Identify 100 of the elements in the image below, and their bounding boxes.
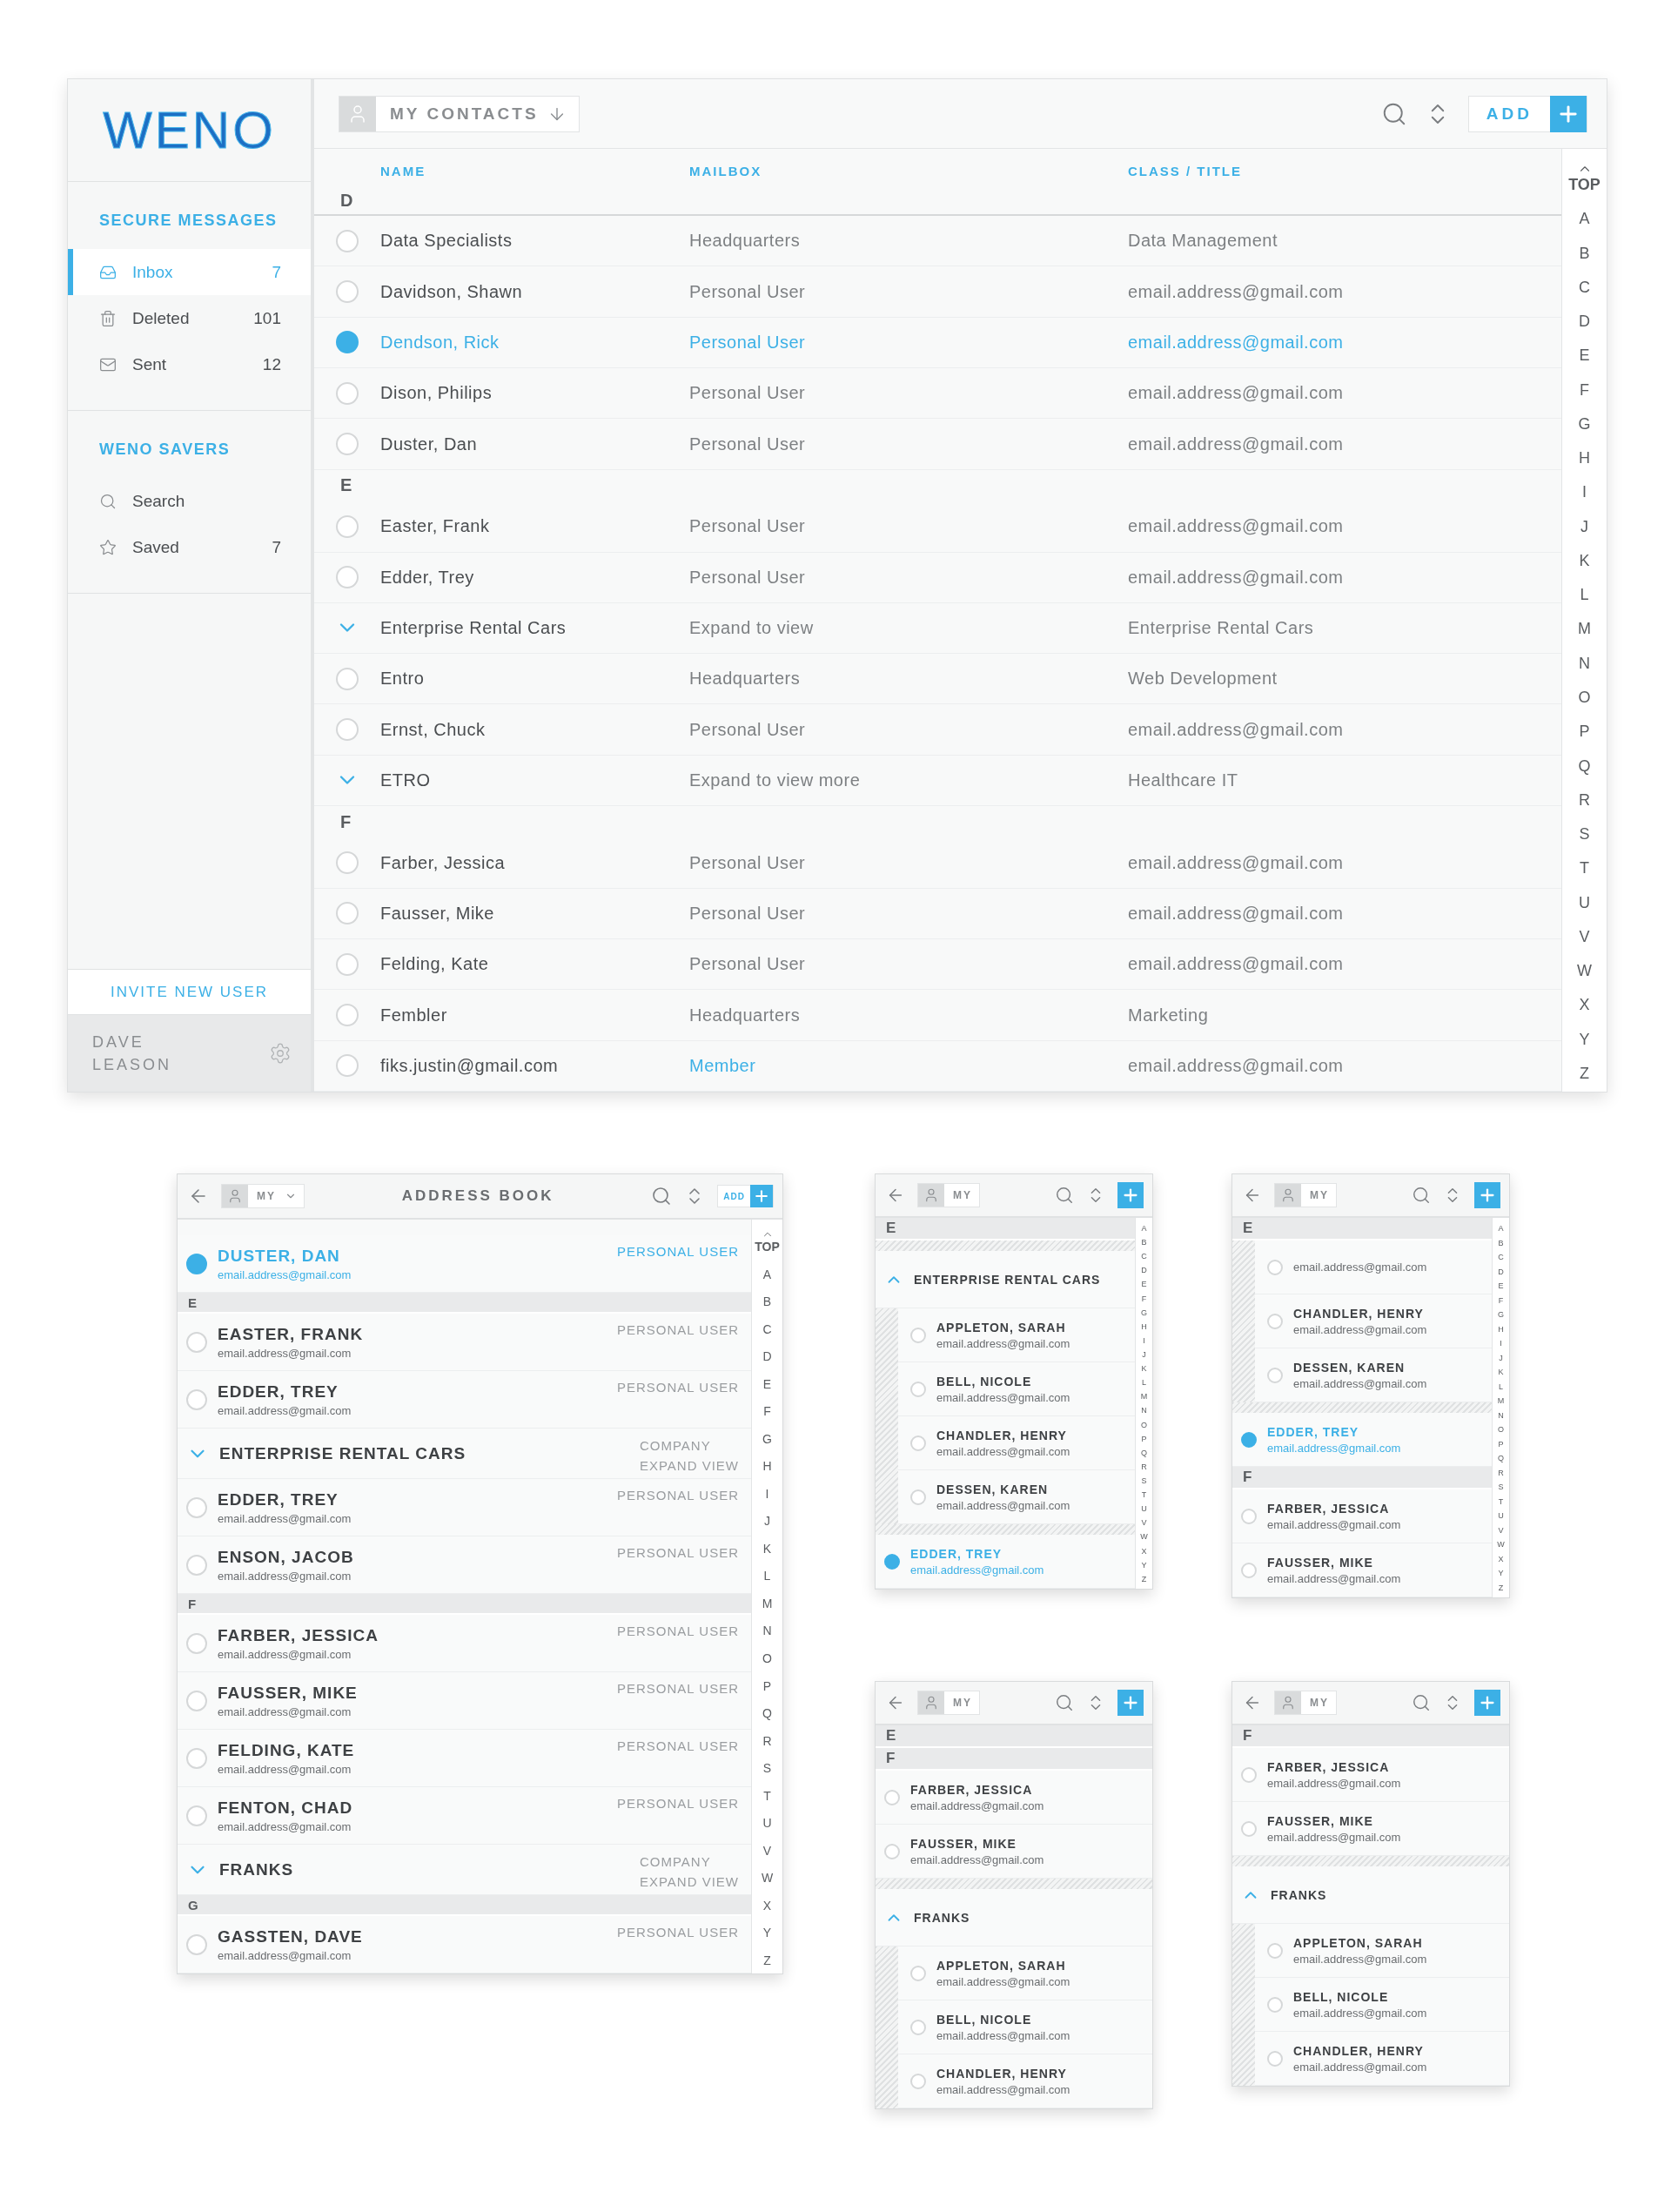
add-button[interactable] — [1117, 1690, 1144, 1716]
index-letter[interactable]: Q — [1498, 1455, 1504, 1463]
index-letter[interactable]: B — [1498, 1239, 1504, 1247]
index-letter[interactable]: I — [1582, 484, 1587, 501]
radio-button[interactable] — [910, 1489, 926, 1505]
index-letter[interactable]: U — [1579, 894, 1590, 911]
index-letter[interactable]: K — [762, 1542, 772, 1555]
radio-button[interactable] — [910, 1435, 926, 1451]
radio-button[interactable] — [1267, 2050, 1283, 2067]
index-letter[interactable]: Q — [1141, 1449, 1147, 1457]
sidebar-item[interactable]: Search — [68, 478, 311, 524]
index-letter[interactable]: V — [1498, 1526, 1504, 1535]
index-letter[interactable]: G — [1578, 415, 1591, 432]
radio-button[interactable] — [1267, 1367, 1283, 1383]
index-letter[interactable]: P — [1579, 723, 1590, 740]
settings-icon[interactable] — [269, 1042, 292, 1065]
radio-button[interactable] — [186, 1747, 207, 1769]
index-letter[interactable]: A — [1498, 1225, 1504, 1233]
index-letter[interactable]: O — [1578, 689, 1591, 705]
sidebar-item[interactable]: Deleted 101 — [68, 295, 311, 341]
index-letter[interactable]: V — [762, 1844, 772, 1857]
radio-button[interactable] — [1267, 1942, 1283, 1959]
index-letter[interactable]: P — [1141, 1435, 1147, 1443]
index-letter[interactable]: W — [761, 1872, 774, 1885]
sidebar-item[interactable]: Saved 7 — [68, 524, 311, 570]
index-letter[interactable]: W — [1577, 963, 1592, 979]
index-letter[interactable]: Z — [763, 1953, 771, 1967]
index-letter[interactable]: Z — [1498, 1583, 1504, 1592]
index-letter[interactable]: J — [764, 1515, 770, 1528]
index-letter[interactable]: N — [1498, 1411, 1504, 1420]
radio-button[interactable] — [336, 229, 359, 252]
top-link[interactable]: TOP — [755, 1228, 780, 1253]
radio-button[interactable] — [910, 1381, 926, 1397]
index-letter[interactable]: C — [1141, 1253, 1147, 1261]
index-letter[interactable]: H — [1498, 1325, 1504, 1334]
index-letter[interactable]: Q — [762, 1707, 772, 1720]
radio-button[interactable] — [1241, 1508, 1257, 1524]
index-letter[interactable]: H — [762, 1460, 772, 1473]
radio-button[interactable] — [884, 1789, 900, 1805]
sidebar-item[interactable]: Sent 12 — [68, 341, 311, 387]
index-letter[interactable]: I — [765, 1487, 769, 1500]
index-letter[interactable]: R — [1141, 1462, 1147, 1471]
index-letter[interactable]: T — [1141, 1491, 1147, 1500]
index-letter[interactable]: Z — [1141, 1575, 1147, 1583]
radio-button[interactable] — [336, 566, 359, 589]
index-letter[interactable]: U — [762, 1817, 772, 1830]
index-letter[interactable]: R — [1498, 1469, 1504, 1477]
index-letter[interactable]: X — [1498, 1555, 1504, 1563]
radio-button[interactable] — [186, 1933, 207, 1955]
index-letter[interactable]: E — [1498, 1282, 1504, 1291]
radio-button[interactable] — [336, 851, 359, 875]
index-letter[interactable]: Q — [1578, 757, 1591, 774]
index-letter[interactable]: Y — [1141, 1561, 1147, 1570]
index-letter[interactable]: L — [1499, 1382, 1503, 1391]
radio-button[interactable] — [336, 331, 359, 354]
radio-button[interactable] — [910, 1327, 926, 1343]
index-letter[interactable]: K — [1579, 552, 1590, 568]
index-letter[interactable]: Z — [1580, 1065, 1589, 1081]
index-letter[interactable]: C — [1579, 279, 1590, 295]
radio-button[interactable] — [336, 718, 359, 742]
radio-button[interactable] — [336, 514, 359, 538]
index-letter[interactable]: F — [763, 1405, 771, 1418]
index-letter[interactable]: E — [1579, 347, 1590, 364]
index-letter[interactable]: B — [1141, 1239, 1147, 1247]
radio-button[interactable] — [336, 1004, 359, 1027]
index-letter[interactable]: M — [1578, 621, 1591, 637]
index-letter[interactable]: N — [762, 1624, 772, 1637]
index-letter[interactable]: W — [1497, 1541, 1505, 1550]
index-letter[interactable]: D — [762, 1350, 772, 1363]
index-letter[interactable]: X — [1141, 1547, 1147, 1556]
index-letter[interactable]: B — [762, 1295, 772, 1308]
index-letter[interactable]: N — [1141, 1407, 1147, 1415]
index-letter[interactable]: H — [1141, 1322, 1147, 1331]
index-letter[interactable]: A — [1141, 1225, 1147, 1233]
radio-button[interactable] — [186, 1388, 207, 1410]
index-letter[interactable]: P — [1498, 1440, 1504, 1449]
radio-button[interactable] — [336, 952, 359, 976]
add-button[interactable] — [1474, 1690, 1500, 1716]
index-letter[interactable]: G — [1498, 1311, 1504, 1320]
search-icon[interactable] — [1412, 1693, 1431, 1712]
index-letter[interactable]: T — [763, 1789, 771, 1802]
index-letter[interactable]: C — [1498, 1254, 1504, 1262]
radio-button[interactable] — [910, 2019, 926, 2035]
radio-button[interactable] — [910, 2073, 926, 2089]
index-letter[interactable]: D — [1579, 313, 1590, 330]
index-letter[interactable]: D — [1498, 1267, 1504, 1276]
radio-button[interactable] — [186, 1496, 207, 1518]
radio-button[interactable] — [336, 667, 359, 690]
index-letter[interactable]: S — [1579, 826, 1590, 843]
index-letter[interactable]: O — [762, 1651, 772, 1664]
search-icon[interactable] — [1412, 1186, 1431, 1205]
index-letter[interactable]: U — [1498, 1512, 1504, 1521]
radio-button[interactable] — [884, 1553, 900, 1570]
index-letter[interactable]: N — [1579, 655, 1590, 671]
index-letter[interactable]: K — [1498, 1368, 1504, 1377]
index-letter[interactable]: L — [1580, 587, 1589, 603]
index-letter[interactable]: J — [1499, 1354, 1503, 1362]
index-letter[interactable]: A — [1579, 211, 1590, 227]
radio-button[interactable] — [1241, 1766, 1257, 1783]
index-letter[interactable]: O — [1141, 1421, 1147, 1429]
